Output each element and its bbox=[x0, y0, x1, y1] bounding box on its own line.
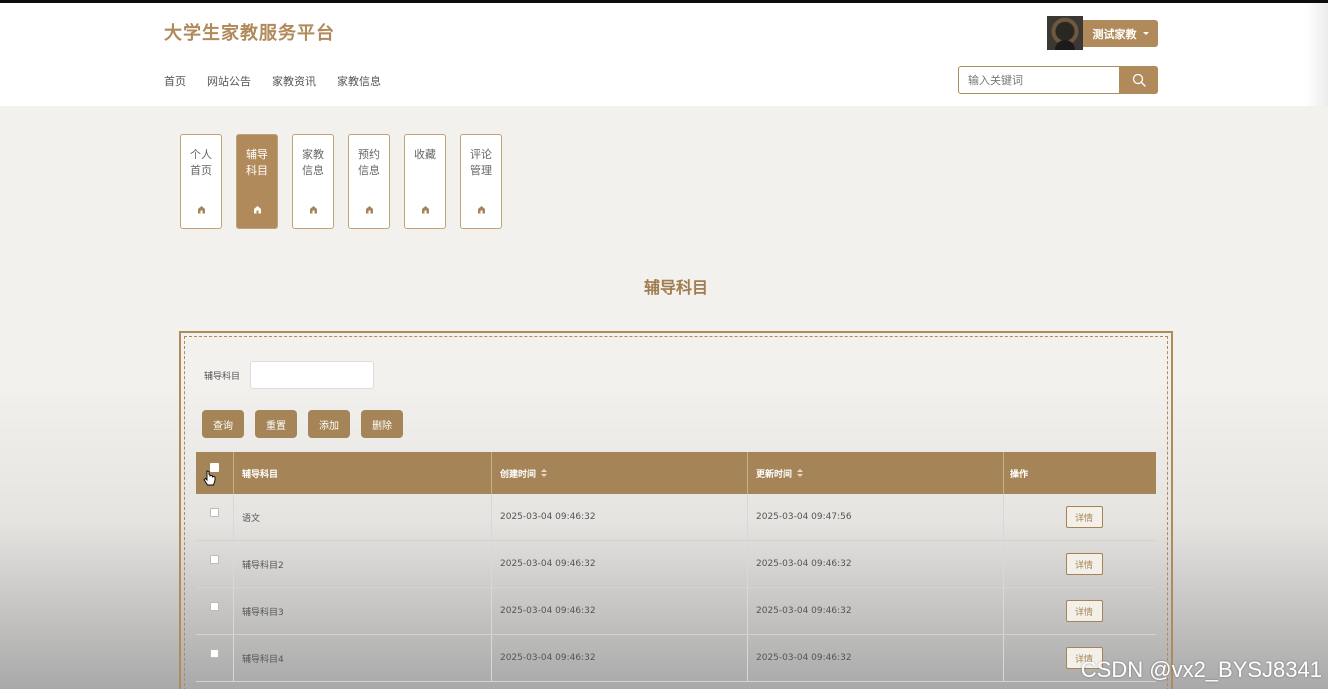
home-icon bbox=[198, 206, 205, 214]
row-checkbox[interactable] bbox=[210, 554, 219, 564]
tab-0[interactable]: 个人 首页 bbox=[180, 134, 222, 229]
home-icon bbox=[310, 206, 317, 214]
cell-created: 2025-03-04 09:46:32 bbox=[492, 635, 748, 681]
cell-updated: 2025-03-04 09:46:32 bbox=[748, 588, 1004, 634]
search-input[interactable] bbox=[958, 66, 1120, 94]
table-body: 语文 2025-03-04 09:46:32 2025-03-04 09:47:56… bbox=[196, 494, 1156, 682]
cell-subject: 辅导科目3 bbox=[234, 588, 492, 634]
tab-5[interactable]: 评论 管理 bbox=[460, 134, 502, 229]
row-checkbox[interactable] bbox=[210, 507, 219, 517]
cell-actions: 详情 bbox=[1004, 541, 1156, 587]
detail-button[interactable]: 详情 bbox=[1065, 506, 1103, 528]
user-avatar[interactable] bbox=[1047, 16, 1083, 50]
data-table: 辅导科目 创建时间 更新时间 操作 语文 2025-03-04 09:46:32 2… bbox=[196, 452, 1156, 682]
search-button[interactable] bbox=[1119, 66, 1158, 94]
row-checkbox-cell bbox=[196, 588, 234, 634]
cell-actions: 详情 bbox=[1004, 588, 1156, 634]
user-menu-button[interactable]: 测试家教 bbox=[1083, 20, 1158, 47]
cell-created: 2025-03-04 09:46:32 bbox=[492, 588, 748, 634]
nav-home[interactable]: 首页 bbox=[164, 73, 186, 89]
tab-label: 收藏 bbox=[414, 148, 436, 161]
tab-3[interactable]: 预约 信息 bbox=[348, 134, 390, 229]
column-header-updated-label: 更新时间 bbox=[756, 469, 793, 480]
nav-tutoring-news[interactable]: 家教资讯 bbox=[272, 73, 316, 89]
sort-icon[interactable] bbox=[797, 468, 804, 478]
csdn-watermark: CSDN @vx2_BYSJ8341 bbox=[1080, 657, 1322, 682]
column-header-updated[interactable]: 更新时间 bbox=[748, 452, 1004, 494]
main-nav: 首页 网站公告 家教资讯 家教信息 bbox=[164, 73, 381, 89]
table-header: 辅导科目 创建时间 更新时间 操作 bbox=[196, 452, 1156, 494]
row-checkbox-cell bbox=[196, 494, 234, 540]
home-icon bbox=[478, 206, 485, 214]
tab-4[interactable]: 收藏 bbox=[404, 134, 446, 229]
delete-button[interactable]: 删除 bbox=[361, 410, 403, 438]
cell-subject: 辅导科目2 bbox=[234, 541, 492, 587]
caret-down-icon bbox=[1142, 32, 1149, 35]
row-checkbox-cell bbox=[196, 541, 234, 587]
row-checkbox[interactable] bbox=[210, 601, 219, 611]
page-title: 辅导科目 bbox=[643, 278, 708, 297]
filter-subject-input[interactable] bbox=[250, 361, 374, 389]
cell-subject: 辅导科目4 bbox=[234, 635, 492, 681]
search-icon bbox=[1132, 73, 1146, 87]
row-checkbox-cell bbox=[196, 635, 234, 681]
center-tabs: 个人 首页 辅导 科目 家教 信息 预约 信息 收藏 评论 管理 bbox=[180, 134, 502, 229]
column-header-created[interactable]: 创建时间 bbox=[492, 452, 748, 494]
tab-label: 个人 首页 bbox=[190, 148, 212, 177]
column-header-created-label: 创建时间 bbox=[500, 469, 537, 480]
tab-label: 评论 管理 bbox=[470, 148, 492, 177]
tab-1[interactable]: 辅导 科目 bbox=[236, 134, 278, 229]
cell-updated: 2025-03-04 09:46:32 bbox=[748, 541, 1004, 587]
tab-label: 辅导 科目 bbox=[246, 148, 268, 177]
tab-label: 家教 信息 bbox=[302, 148, 324, 177]
column-header-subject: 辅导科目 bbox=[234, 452, 492, 494]
site-brand[interactable]: 大学生家教服务平台 bbox=[164, 19, 335, 45]
sort-icon[interactable] bbox=[541, 468, 548, 478]
cell-updated: 2025-03-04 09:47:56 bbox=[748, 494, 1004, 540]
reset-button[interactable]: 重置 bbox=[255, 410, 297, 438]
cell-actions: 详情 bbox=[1004, 494, 1156, 540]
user-menu-label: 测试家教 bbox=[1092, 27, 1137, 41]
cell-created: 2025-03-04 09:46:32 bbox=[492, 494, 748, 540]
home-icon bbox=[366, 206, 373, 214]
table-row[interactable]: 辅导科目2 2025-03-04 09:46:32 2025-03-04 09:46… bbox=[196, 541, 1156, 588]
detail-button[interactable]: 详情 bbox=[1065, 553, 1103, 575]
cell-updated: 2025-03-04 09:46:32 bbox=[748, 635, 1004, 681]
cell-created: 2025-03-04 09:46:32 bbox=[492, 541, 748, 587]
cell-subject: 语文 bbox=[234, 494, 492, 540]
home-icon bbox=[422, 206, 429, 214]
detail-button[interactable]: 详情 bbox=[1065, 600, 1103, 622]
tab-2[interactable]: 家教 信息 bbox=[292, 134, 334, 229]
mouse-cursor-icon bbox=[203, 470, 216, 486]
tab-label: 预约 信息 bbox=[358, 148, 380, 177]
action-buttons: 查询 重置 添加 删除 bbox=[202, 410, 403, 438]
column-header-actions: 操作 bbox=[1010, 469, 1029, 480]
nav-announcements[interactable]: 网站公告 bbox=[207, 73, 251, 89]
home-icon bbox=[254, 206, 261, 214]
row-checkbox[interactable] bbox=[210, 648, 219, 658]
filter-subject-label: 辅导科目 bbox=[204, 372, 241, 382]
nav-tutor-info[interactable]: 家教信息 bbox=[337, 73, 381, 89]
query-button[interactable]: 查询 bbox=[202, 410, 244, 438]
table-row[interactable]: 辅导科目3 2025-03-04 09:46:32 2025-03-04 09:46… bbox=[196, 588, 1156, 635]
table-row[interactable]: 语文 2025-03-04 09:46:32 2025-03-04 09:47:56… bbox=[196, 494, 1156, 541]
add-button[interactable]: 添加 bbox=[308, 410, 350, 438]
table-row[interactable]: 辅导科目4 2025-03-04 09:46:32 2025-03-04 09:46… bbox=[196, 635, 1156, 682]
header-edge-shade bbox=[1306, 3, 1328, 106]
